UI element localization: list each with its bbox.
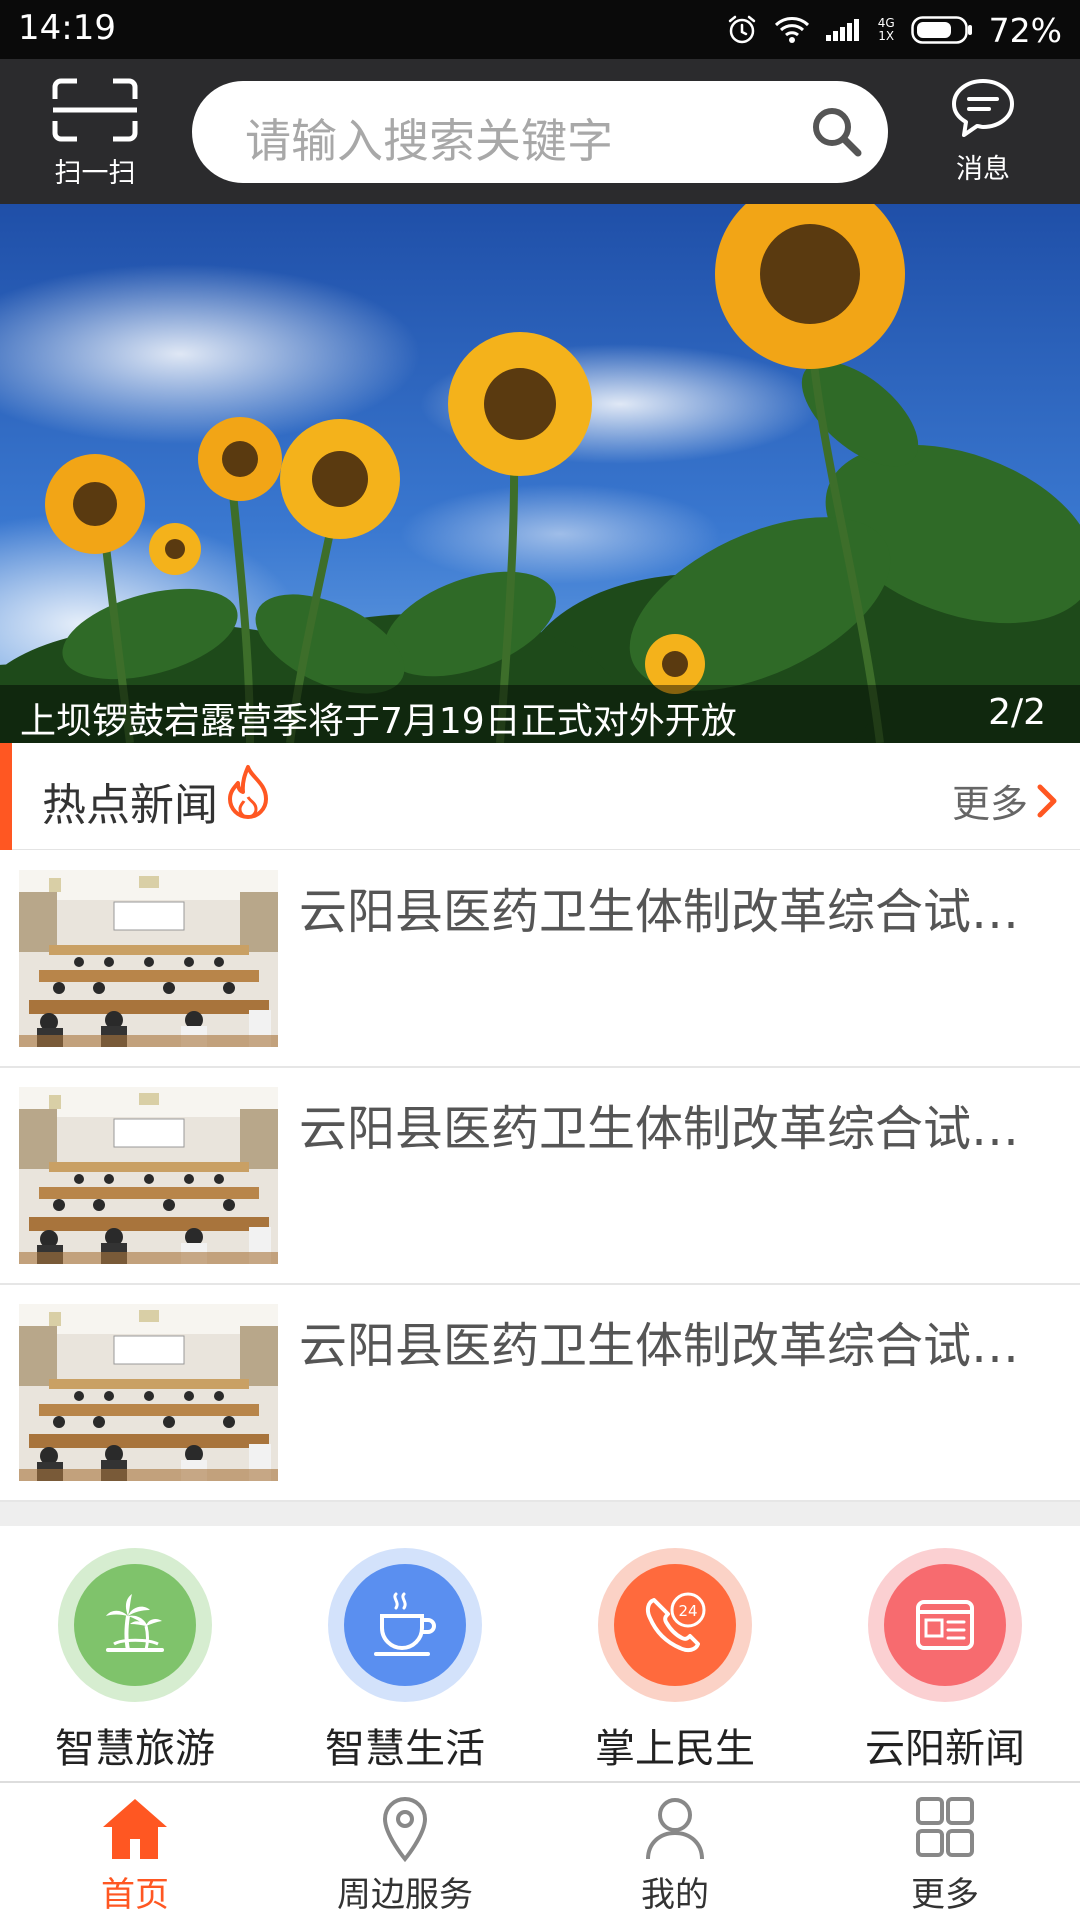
more-label: 更多 xyxy=(951,782,1028,826)
chat-bubble-icon xyxy=(952,79,1014,137)
news-title: 云阳县医药卫生体制改革综合试点工作推进会召开 xyxy=(299,1318,1059,1374)
fire-icon xyxy=(228,765,268,819)
newspaper-icon xyxy=(916,1600,974,1650)
service-mobile-livelihood[interactable]: 24 掌上民生 xyxy=(575,1548,775,1774)
service-label: 云阳新闻 xyxy=(865,1726,1025,1772)
section-divider xyxy=(0,1502,1080,1526)
top-header: 扫一扫 请输入搜索关键字 消息 xyxy=(0,59,1080,204)
tab-more[interactable]: 更多 xyxy=(845,1795,1045,1916)
battery-percent: 72% xyxy=(988,10,1062,50)
status-time: 14:19 xyxy=(18,8,116,48)
scan-button[interactable]: 扫一扫 xyxy=(45,77,145,189)
news-title: 云阳县医药卫生体制改革综合试点工作推进会召开 xyxy=(299,884,1059,940)
news-list-item[interactable]: 云阳县医药卫生体制改革综合试点工作推进会召开 xyxy=(0,1068,1080,1285)
grid-icon xyxy=(916,1797,974,1857)
banner-carousel[interactable]: 上坝锣鼓宕露营季将于7月19日正式对外开放 2/2 xyxy=(0,204,1080,743)
service-smart-life[interactable]: 智慧生活 xyxy=(305,1548,505,1774)
service-core xyxy=(74,1564,196,1686)
network-type: 4G 1X xyxy=(878,17,895,43)
message-label: 消息 xyxy=(956,154,1010,185)
hot-news-more-link[interactable]: 更多 xyxy=(952,773,1058,828)
tab-label: 周边服务 xyxy=(337,1875,473,1915)
news-thumbnail xyxy=(19,1304,278,1481)
service-ring xyxy=(328,1548,482,1702)
news-thumbnail xyxy=(19,870,278,1047)
news-list-item[interactable]: 云阳县医药卫生体制改革综合试点工作推进会召开 xyxy=(0,1285,1080,1502)
status-icons: 4G 1X 72% xyxy=(726,6,1062,54)
section-accent-bar xyxy=(0,743,12,850)
search-placeholder: 请输入搜索关键字 xyxy=(245,114,613,168)
coffee-cup-icon xyxy=(374,1592,436,1656)
tab-label: 首页 xyxy=(101,1875,169,1915)
message-button[interactable]: 消息 xyxy=(937,77,1029,187)
battery-icon xyxy=(910,16,972,44)
news-list-item[interactable]: 云阳县医药卫生体制改革综合试点工作推进会召开 xyxy=(0,851,1080,1068)
banner-caption-bar: 上坝锣鼓宕露营季将于7月19日正式对外开放 2/2 xyxy=(0,685,1080,743)
service-label: 智慧旅游 xyxy=(55,1726,215,1772)
tab-label: 我的 xyxy=(641,1875,709,1915)
palm-tree-icon xyxy=(106,1594,164,1652)
wifi-icon xyxy=(774,17,809,43)
tab-home[interactable]: 首页 xyxy=(35,1795,235,1916)
location-pin-icon xyxy=(382,1796,428,1863)
service-core: 24 xyxy=(614,1564,736,1686)
scan-label: 扫一扫 xyxy=(54,158,136,189)
news-thumbnail xyxy=(19,1087,278,1264)
service-label: 智慧生活 xyxy=(325,1726,485,1772)
service-smart-travel[interactable]: 智慧旅游 xyxy=(35,1548,235,1774)
news-title: 云阳县医药卫生体制改革综合试点工作推进会召开 xyxy=(299,1101,1059,1157)
service-label: 掌上民生 xyxy=(595,1726,755,1772)
hot-news-header: 热点新闻 更多 xyxy=(0,743,1080,850)
home-icon xyxy=(103,1799,167,1859)
tab-mine[interactable]: 我的 xyxy=(575,1795,775,1916)
service-grid: 智慧旅游 智慧生活 24 掌上民生 云阳新闻 xyxy=(0,1526,1080,1781)
search-input[interactable]: 请输入搜索关键字 xyxy=(192,81,888,183)
service-core xyxy=(884,1564,1006,1686)
service-yunyang-news[interactable]: 云阳新闻 xyxy=(845,1548,1045,1774)
banner-image xyxy=(0,204,1080,743)
search-icon[interactable] xyxy=(810,105,864,159)
news-list: 云阳县医药卫生体制改革综合试点工作推进会召开 xyxy=(0,851,1080,1502)
hot-news-title: 热点新闻 xyxy=(42,780,218,831)
user-icon xyxy=(646,1798,704,1860)
bottom-nav: 首页 周边服务 我的 更多 xyxy=(0,1781,1080,1920)
signal-icon xyxy=(825,19,859,41)
tab-nearby-services[interactable]: 周边服务 xyxy=(305,1795,505,1916)
banner-page-indicator: 2/2 xyxy=(988,692,1046,733)
chevron-right-icon xyxy=(1037,784,1057,817)
status-bar: 14:19 4G 1X 72% xyxy=(0,0,1080,59)
network-type-bottom: 1X xyxy=(878,29,895,43)
svg-text:24: 24 xyxy=(678,1602,697,1620)
phone-24h-icon: 24 xyxy=(645,1592,706,1653)
tab-label: 更多 xyxy=(911,1875,979,1915)
service-ring xyxy=(868,1548,1022,1702)
service-core xyxy=(344,1564,466,1686)
banner-caption: 上坝锣鼓宕露营季将于7月19日正式对外开放 xyxy=(20,701,737,742)
scan-icon xyxy=(52,78,138,142)
service-ring: 24 xyxy=(598,1548,752,1702)
alarm-icon xyxy=(728,15,755,44)
service-ring xyxy=(58,1548,212,1702)
